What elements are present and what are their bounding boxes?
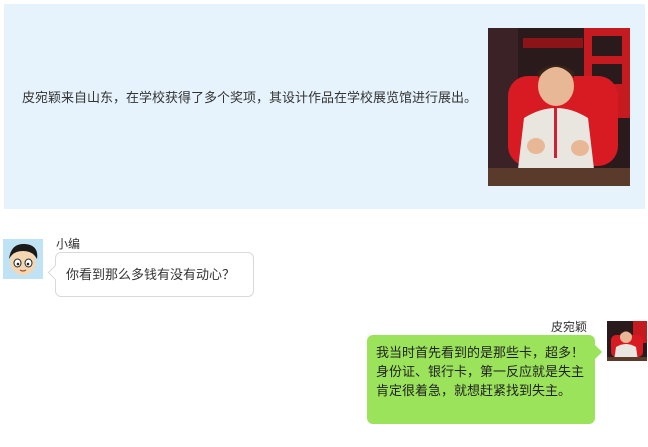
avatar — [607, 321, 647, 361]
person-avatar-icon — [607, 321, 647, 361]
intro-photo — [488, 28, 630, 186]
message-text: 你看到那么多钱有没有动心？ — [66, 268, 236, 283]
avatar — [3, 239, 43, 279]
person-photo-icon — [488, 28, 630, 186]
cartoon-avatar-icon — [3, 239, 43, 279]
intro-text: 皮宛颖来自山东，在学校获得了多个奖项，其设计作品在学校展览馆进行展出。 — [22, 91, 478, 106]
message-bubble: 我当时首先看到的是那些卡，超多！身份证、银行卡，第一反应就是失主肯定很着急，就想… — [367, 335, 595, 424]
sender-name: 小编 — [56, 237, 81, 251]
sender-name: 皮宛颖 — [551, 320, 588, 334]
message-text: 我当时首先看到的是那些卡，超多！身份证、银行卡，第一反应就是失主肯定很着急，就想… — [376, 346, 585, 399]
intro-card: 皮宛颖来自山东，在学校获得了多个奖项，其设计作品在学校展览馆进行展出。 — [4, 4, 645, 209]
message-bubble: 你看到那么多钱有没有动心？ — [55, 252, 254, 297]
